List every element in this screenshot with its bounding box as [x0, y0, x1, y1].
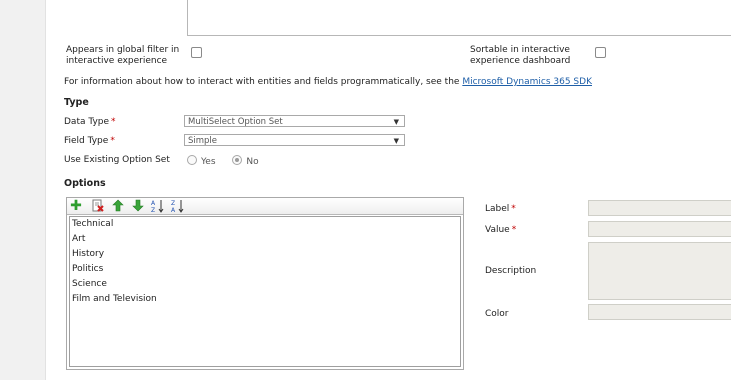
option-color-input[interactable]	[588, 304, 731, 320]
list-item[interactable]: Politics	[70, 262, 460, 277]
global-filter-label-line1: Appears in global filter in	[66, 45, 180, 55]
sortable-label: Sortable in interactive experience dashb…	[470, 45, 570, 66]
type-section-title: Type	[64, 97, 89, 108]
list-item[interactable]: Film and Television	[70, 292, 460, 307]
sortable-label-line2: experience dashboard	[470, 56, 571, 66]
yes-radio-label: Yes	[201, 157, 216, 167]
global-filter-label-line2: interactive experience	[66, 56, 168, 66]
sdk-info-text: For information about how to interact wi…	[64, 77, 592, 87]
option-description-input[interactable]	[588, 242, 731, 300]
list-item[interactable]: Art	[70, 232, 460, 247]
no-radio-label: No	[246, 157, 259, 167]
list-item[interactable]: Technical	[70, 217, 460, 232]
data-type-value: MultiSelect Option Set	[188, 117, 283, 127]
data-type-label: Data Type *	[64, 117, 116, 127]
use-existing-radio-group: Yes No	[187, 155, 273, 167]
list-item[interactable]: History	[70, 247, 460, 262]
option-value-text: Value	[485, 225, 510, 235]
svg-text:A: A	[151, 200, 156, 207]
list-item[interactable]: Science	[70, 277, 460, 292]
required-asterisk: *	[511, 204, 516, 214]
svg-text:Z: Z	[171, 200, 175, 207]
options-toolbar: ✚ AZ ZA	[67, 198, 463, 215]
option-value-label: Value *	[485, 225, 516, 235]
no-radio[interactable]	[232, 155, 243, 165]
option-color-label: Color	[485, 309, 509, 319]
left-gutter	[0, 0, 46, 380]
option-value-input[interactable]	[588, 221, 731, 237]
option-label-input[interactable]	[588, 200, 731, 216]
option-label-label: Label *	[485, 204, 516, 214]
dropdown-arrow-icon: ▼	[393, 137, 399, 145]
sdk-info-sentence: For information about how to interact wi…	[64, 77, 460, 87]
sortable-label-line1: Sortable in interactive	[470, 45, 570, 55]
option-label-text: Label	[485, 204, 510, 214]
svg-text:Z: Z	[151, 207, 155, 213]
use-existing-label: Use Existing Option Set	[64, 155, 170, 165]
sdk-link[interactable]: Microsoft Dynamics 365 SDK	[462, 77, 592, 87]
delete-icon[interactable]	[91, 199, 105, 213]
add-icon[interactable]: ✚	[69, 199, 83, 213]
dropdown-arrow-icon: ▼	[393, 118, 399, 126]
sort-ascending-icon[interactable]: AZ	[151, 199, 165, 214]
required-asterisk: *	[111, 117, 116, 127]
required-asterisk: *	[511, 225, 517, 235]
field-type-select[interactable]: Simple ▼	[184, 134, 405, 146]
field-type-label: Field Type *	[64, 136, 115, 146]
options-panel: ✚ AZ ZA Technical Art History Politics S…	[66, 197, 464, 370]
description-textarea[interactable]	[187, 0, 731, 36]
svg-text:A: A	[171, 207, 176, 213]
global-filter-label: Appears in global filter in interactive …	[66, 45, 179, 66]
options-section-title: Options	[64, 178, 106, 189]
sort-descending-icon[interactable]: ZA	[171, 199, 185, 214]
data-type-label-text: Data Type	[64, 117, 110, 127]
field-type-label-text: Field Type	[64, 136, 109, 146]
move-up-icon[interactable]	[111, 199, 125, 213]
option-description-label: Description	[485, 266, 537, 276]
sortable-checkbox[interactable]	[595, 47, 606, 58]
field-type-value: Simple	[188, 136, 218, 146]
global-filter-checkbox[interactable]	[191, 47, 202, 58]
required-asterisk: *	[110, 136, 115, 146]
move-down-icon[interactable]	[131, 199, 145, 213]
options-listbox[interactable]: Technical Art History Politics Science F…	[69, 216, 461, 367]
data-type-select[interactable]: MultiSelect Option Set ▼	[184, 115, 405, 127]
yes-radio[interactable]	[187, 155, 197, 165]
